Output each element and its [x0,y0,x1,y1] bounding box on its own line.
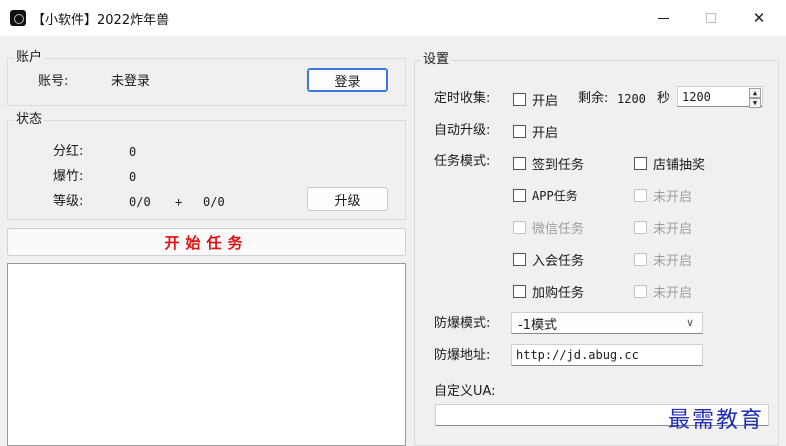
task-checkbox-disabled-4: 未开启 [634,282,693,301]
checkbox-label: APP任务 [532,188,578,203]
checkbox-label: 签到任务 [532,157,585,173]
checkbox-label: 未开启 [653,189,693,205]
start-task-button[interactable]: 开始任务 [7,228,406,256]
level-value-a: 0/0 [129,195,151,209]
anti-burst-address-label: 防爆地址: [434,348,491,363]
spin-down-icon[interactable]: ▼ [749,98,761,108]
settings-group-title: 设置 [421,52,452,68]
minimize-icon [657,17,669,19]
client-area: 账户 账号: 未登录 登录 状态 分红: 0 爆竹: 0 等级: 0/0 + 0… [0,36,786,446]
task-mode-label: 任务模式: [434,154,491,169]
task-checkbox-wechat: 微信任务 [513,218,585,237]
app-logo-icon [10,10,26,26]
chevron-down-icon: ∨ [685,316,694,329]
timed-collect-label: 定时收集: [434,91,491,106]
status-group: 状态 分红: 0 爆竹: 0 等级: 0/0 + 0/0 升级 [7,112,406,220]
log-output[interactable] [7,263,406,446]
checkbox-label: 加购任务 [532,285,585,301]
seconds-label: 秒 [657,91,671,106]
anti-burst-mode-select[interactable]: -1模式 ∨ [511,312,703,334]
custom-ua-label: 自定义UA: [434,384,496,399]
account-group: 账户 账号: 未登录 登录 [7,50,406,106]
task-checkbox-disabled-1: 未开启 [634,186,693,205]
checkbox-label: 开启 [532,93,559,109]
firecracker-value: 0 [129,170,137,184]
settings-group: 设置 定时收集: 开启 剩余: 1200 秒 1200 ▲ ▼ 自动升级: 开启… [414,52,779,446]
spin-arrows: ▲ ▼ [749,88,761,108]
maximize-icon [706,13,716,23]
anti-burst-address-value: http://jd.abug.cc [516,348,639,362]
remaining-value: 1200 [617,92,646,106]
remaining-label: 剩余: [578,91,609,106]
checkbox-box [634,156,647,170]
checkbox-label: 未开启 [653,253,693,269]
checkbox-label: 微信任务 [532,221,585,237]
task-checkbox-join-member[interactable]: 入会任务 [513,250,585,269]
account-group-title: 账户 [14,50,45,66]
checkbox-box [513,156,526,170]
login-button[interactable]: 登录 [307,68,388,92]
maximize-button[interactable] [688,0,734,36]
auto-upgrade-checkbox[interactable]: 开启 [513,122,559,141]
task-checkbox-add-to-cart[interactable]: 加购任务 [513,282,585,301]
close-icon: ✕ [752,9,766,27]
close-button[interactable]: ✕ [736,0,782,36]
upgrade-button[interactable]: 升级 [307,187,388,211]
checkbox-label: 开启 [532,125,559,141]
task-checkbox-disabled-2: 未开启 [634,218,693,237]
dividend-label: 分红: [53,144,84,159]
anti-burst-mode-value: -1模式 [518,317,557,333]
checkbox-box [634,252,647,266]
dividend-value: 0 [129,145,137,159]
checkbox-box [513,284,526,298]
task-checkbox-sign-in[interactable]: 签到任务 [513,154,585,173]
minimize-button[interactable] [640,0,686,36]
timed-collect-checkbox[interactable]: 开启 [513,90,559,109]
spin-up-icon[interactable]: ▲ [749,88,761,98]
task-checkbox-shop-lottery[interactable]: 店铺抽奖 [634,154,706,173]
window-title: 【小软件】2022炸年兽 [32,13,170,28]
interval-spinbox[interactable]: 1200 ▲ ▼ [677,86,763,108]
checkbox-box [513,188,526,202]
task-checkbox-disabled-3: 未开启 [634,250,693,269]
level-value-b: 0/0 [203,195,225,209]
level-plus: + [175,195,183,209]
level-label: 等级: [53,194,84,209]
account-label: 账号: [38,74,69,89]
checkbox-box [513,92,526,106]
account-value: 未登录 [111,74,151,89]
title-bar: 【小软件】2022炸年兽 ✕ [0,0,786,36]
firecracker-label: 爆竹: [53,169,84,184]
status-group-title: 状态 [14,112,45,128]
checkbox-box [513,220,526,234]
task-checkbox-app[interactable]: APP任务 [513,186,578,204]
checkbox-box [513,124,526,138]
checkbox-label: 入会任务 [532,253,585,269]
auto-upgrade-label: 自动升级: [434,123,491,138]
anti-burst-mode-label: 防爆模式: [434,316,491,331]
anti-burst-address-input[interactable]: http://jd.abug.cc [511,344,703,366]
checkbox-label: 店铺抽奖 [653,157,706,173]
checkbox-label: 未开启 [653,221,693,237]
checkbox-box [634,220,647,234]
checkbox-box [513,252,526,266]
checkbox-label: 未开启 [653,285,693,301]
checkbox-box [634,188,647,202]
watermark-text: 最需教育 [668,408,765,433]
interval-value: 1200 [682,89,711,104]
checkbox-box [634,284,647,298]
